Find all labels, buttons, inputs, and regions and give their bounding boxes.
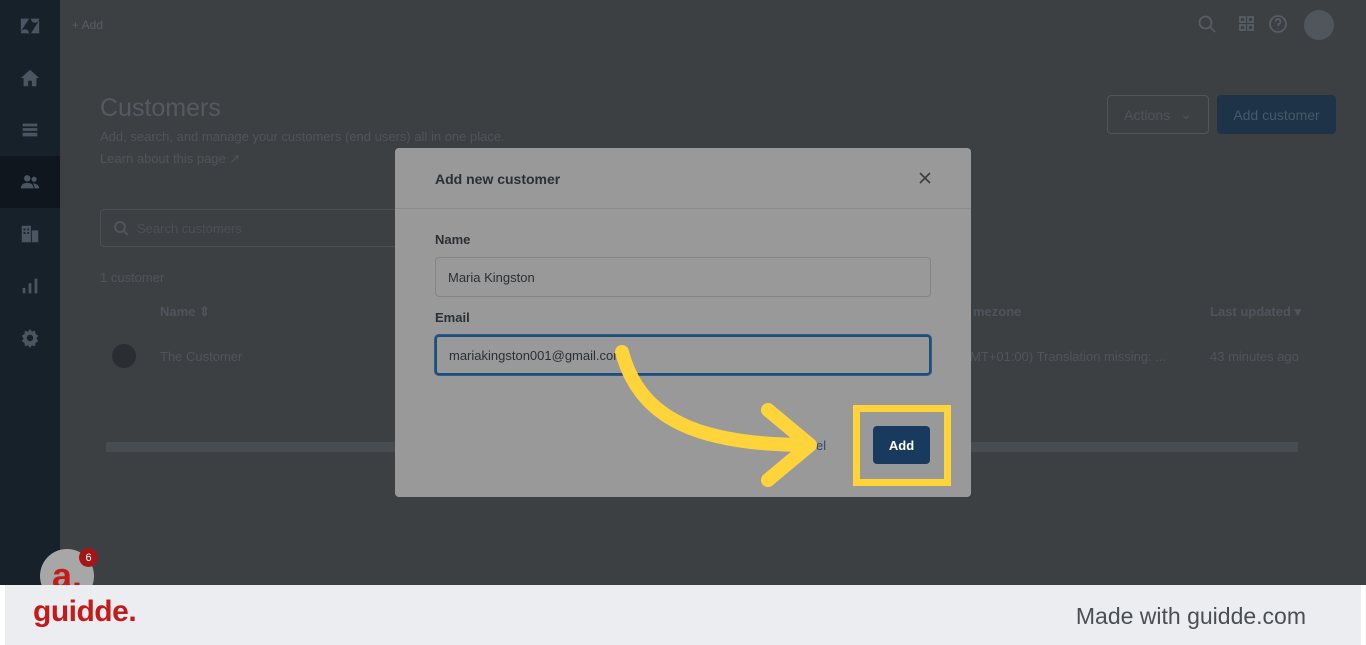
table-row-name[interactable]: The Customer — [160, 349, 242, 364]
customers-icon[interactable] — [0, 156, 60, 208]
brand-bar: guidde. Made with guidde.com — [0, 585, 1366, 645]
organizations-icon[interactable] — [0, 208, 60, 260]
avatar — [112, 344, 136, 368]
name-field[interactable] — [435, 257, 931, 297]
guidde-logo: guidde. — [33, 595, 137, 628]
add-link[interactable]: + Add — [72, 18, 103, 32]
cancel-button[interactable]: ancel — [795, 438, 826, 453]
column-header-name[interactable]: Name ⇕ — [160, 304, 210, 320]
close-icon[interactable] — [915, 168, 935, 188]
zendesk-logo-icon[interactable] — [0, 0, 60, 52]
modal-title: Add new customer — [435, 171, 561, 187]
top-bar: + Add — [60, 0, 1366, 50]
search-icon[interactable] — [1197, 14, 1217, 34]
user-avatar[interactable] — [1304, 10, 1334, 40]
actions-button[interactable]: Actions ⌄ — [1107, 95, 1209, 134]
table-row-timezone: MT+01:00) Translation missing: ... — [970, 349, 1167, 364]
highlight-box — [853, 405, 951, 486]
search-customers-input[interactable]: Search customers — [100, 209, 400, 247]
modal-header: Add new customer — [395, 148, 971, 209]
email-label: Email — [435, 310, 470, 325]
reporting-icon[interactable] — [0, 260, 60, 312]
column-header-last-updated[interactable]: Last updated ▾ — [1210, 304, 1301, 320]
table-row-updated: 43 minutes ago — [1210, 349, 1299, 364]
sidebar — [0, 0, 60, 585]
views-icon[interactable] — [0, 104, 60, 156]
email-field[interactable] — [435, 335, 931, 375]
search-icon — [114, 221, 129, 236]
column-header-timezone[interactable]: mezone — [973, 304, 1021, 319]
notification-badge: 6 — [79, 548, 98, 567]
apps-grid-icon[interactable] — [1237, 14, 1257, 34]
actions-label: Actions — [1124, 106, 1171, 123]
search-placeholder: Search customers — [137, 220, 242, 236]
page-subtitle: Add, search, and manage your customers (… — [100, 129, 505, 144]
made-with-text: Made with guidde.com — [1075, 603, 1306, 629]
brand-bar-inner: guidde. Made with guidde.com — [5, 585, 1361, 645]
add-customer-button[interactable]: Add customer — [1217, 95, 1336, 134]
customer-count: 1 customer — [100, 270, 165, 285]
home-icon[interactable] — [0, 52, 60, 104]
name-label: Name — [435, 232, 471, 247]
page-title: Customers — [100, 94, 221, 122]
settings-icon[interactable] — [0, 312, 60, 364]
learn-link[interactable]: Learn about this page ↗ — [100, 151, 240, 167]
chevron-down-icon: ⌄ — [1180, 106, 1192, 122]
help-icon[interactable] — [1268, 14, 1288, 34]
